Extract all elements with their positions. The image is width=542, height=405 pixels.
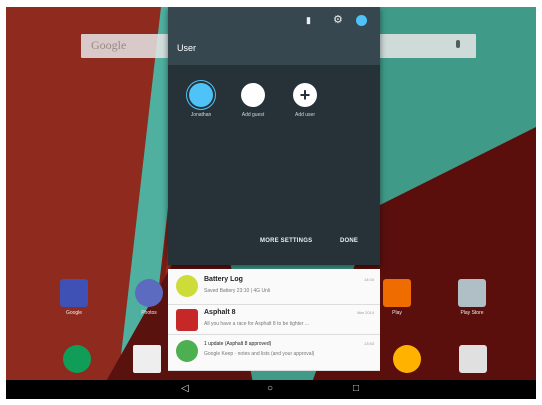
more-settings-button[interactable]: MORE SETTINGS bbox=[260, 238, 312, 244]
app-label: Photos bbox=[141, 310, 157, 316]
notification-subtitle: All you have a race for Asphalt 8 to be … bbox=[204, 321, 310, 327]
quick-settings-header bbox=[168, 7, 380, 65]
back-icon[interactable]: ◁ bbox=[181, 383, 189, 395]
photos-app-icon bbox=[135, 279, 163, 307]
home-icon[interactable]: ○ bbox=[267, 383, 273, 395]
dock-camera[interactable] bbox=[452, 345, 494, 373]
store-icon bbox=[176, 340, 198, 362]
plus-icon: + bbox=[293, 83, 317, 107]
battery-icon bbox=[176, 275, 198, 297]
gmail-icon bbox=[133, 345, 161, 373]
car-game-icon bbox=[176, 309, 198, 331]
notification-title: Asphalt 8 bbox=[204, 309, 236, 316]
navigation-bar: ◁ ○ □ bbox=[6, 380, 536, 399]
guest-person-icon bbox=[241, 83, 265, 107]
app-google[interactable]: Google bbox=[53, 279, 95, 316]
done-button[interactable]: DONE bbox=[340, 238, 358, 244]
tablet-screen: Google Google Photos Play Play Store ▮ ⚙… bbox=[6, 7, 536, 399]
notification-subtitle: Google Keep · notes and lists (and your … bbox=[204, 351, 315, 357]
notification-time: Mar 2014 bbox=[357, 310, 374, 315]
dock-pinwheel[interactable] bbox=[386, 345, 428, 373]
notification-battery-log[interactable]: Battery Log Saved Battery 23:10 | 4G Unl… bbox=[168, 269, 380, 305]
dock-hangouts[interactable] bbox=[56, 345, 98, 373]
camera-app-icon bbox=[459, 345, 487, 373]
battery-icon: ▮ bbox=[306, 15, 311, 25]
app-label: Play bbox=[392, 310, 402, 316]
app-label: Google bbox=[65, 310, 83, 316]
app-play-store[interactable]: Play Store bbox=[451, 279, 493, 316]
quick-settings-panel: ▮ ⚙ User Jonathan Add guest + Add user M… bbox=[168, 7, 380, 265]
panel-title: User bbox=[177, 43, 197, 53]
add-guest-button[interactable]: Add guest bbox=[228, 83, 278, 118]
notification-time: 13:53 bbox=[363, 341, 374, 346]
gear-icon[interactable]: ⚙ bbox=[333, 13, 343, 26]
play-newsstand-icon bbox=[383, 279, 411, 307]
microphone-icon[interactable] bbox=[456, 40, 460, 48]
notification-time: 14:04 bbox=[363, 277, 374, 282]
notification-subtitle: Saved Battery 23:10 | 4G Unli bbox=[204, 288, 271, 294]
notification-title: Battery Log bbox=[204, 276, 243, 283]
user-jonathan[interactable]: Jonathan bbox=[176, 83, 226, 118]
recents-icon[interactable]: □ bbox=[353, 383, 359, 395]
search-placeholder: Google bbox=[91, 38, 127, 52]
user-avatar-icon[interactable] bbox=[356, 15, 367, 26]
notification-title: 1 update (Asphalt 8 approved) bbox=[204, 341, 272, 347]
google-plus-icon bbox=[60, 279, 88, 307]
hangouts-icon bbox=[63, 345, 91, 373]
person-icon bbox=[189, 83, 213, 107]
notification-asphalt[interactable]: Asphalt 8 All you have a race for Asphal… bbox=[168, 305, 380, 335]
app-play[interactable]: Play bbox=[376, 279, 418, 316]
pinwheel-icon bbox=[393, 345, 421, 373]
user-name: Add guest bbox=[241, 112, 265, 118]
app-photos[interactable]: Photos bbox=[128, 279, 170, 316]
user-name: Jonathan bbox=[190, 112, 212, 118]
notification-update[interactable]: 1 update (Asphalt 8 approved) Google Kee… bbox=[168, 335, 380, 371]
play-store-icon bbox=[458, 279, 486, 307]
dock-gmail[interactable] bbox=[126, 345, 168, 373]
user-name: Add user bbox=[294, 112, 315, 118]
app-label: Play Store bbox=[460, 310, 484, 316]
add-user-button[interactable]: + Add user bbox=[280, 83, 330, 118]
